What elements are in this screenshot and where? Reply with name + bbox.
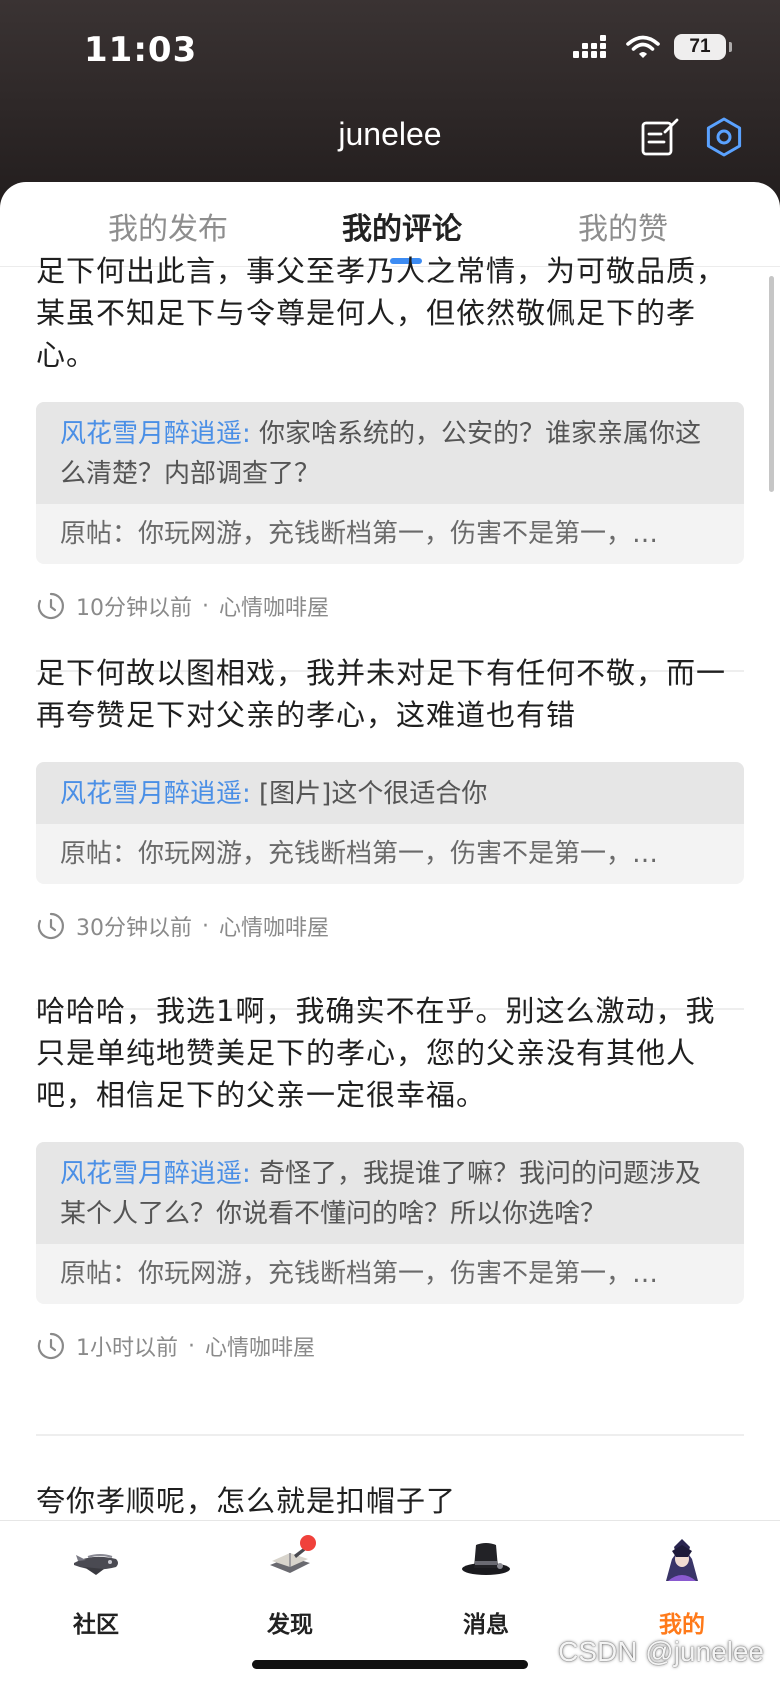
quoted-reply[interactable]: 风花雪月醉逍遥: [图片]这个很适合你 原帖：你玩网游，充钱断档第一，伤害不是第…	[36, 762, 744, 884]
wifi-icon	[626, 35, 660, 58]
meta-separator: ·	[202, 593, 209, 619]
original-post[interactable]: 原帖：你玩网游，充钱断档第一，伤害不是第一，…	[36, 504, 744, 564]
home-indicator[interactable]	[252, 1660, 528, 1669]
comment-meta: 10分钟以前 · 心情咖啡屋	[36, 588, 744, 624]
comment-time: 10分钟以前	[76, 596, 192, 621]
notification-badge	[300, 1535, 316, 1551]
scrollbar[interactable]	[769, 276, 774, 492]
comment-item[interactable]: 夸你孝顺呢，怎么就是扣帽子了	[36, 1480, 744, 1522]
avatar-icon	[666, 1539, 698, 1581]
gear-icon[interactable]	[704, 117, 744, 157]
divider	[36, 1434, 744, 1436]
reply-username[interactable]: 风花雪月醉逍遥:	[60, 419, 251, 449]
nav-community[interactable]: 社区	[36, 1531, 156, 1639]
original-post[interactable]: 原帖：你玩网游，充钱断档第一，伤害不是第一，…	[36, 824, 744, 884]
original-post[interactable]: 原帖：你玩网游，充钱断档第一，伤害不是第一，…	[36, 1244, 744, 1304]
board-name[interactable]: 心情咖啡屋	[219, 910, 329, 942]
airship-icon	[74, 1554, 118, 1575]
clock-icon	[37, 592, 64, 620]
comment-time: 30分钟以前	[76, 916, 192, 941]
battery-indicator: 71	[674, 34, 732, 60]
comment-item[interactable]: 足下何故以图相戏，我并未对足下有任何不敬，而一再夸赞足下对父亲的孝心，这难道也有…	[36, 652, 744, 944]
comment-time: 1小时以前	[76, 1336, 178, 1361]
reply-block: 风花雪月醉逍遥: 你家啥系统的，公安的？谁家亲属你这么清楚？内部调查了？	[36, 402, 744, 504]
content-panel: 我的发布 我的评论 我的赞 足下何出此言，事父至孝乃人之常情，为可敬品质，某虽不…	[0, 182, 780, 1688]
comment-meta: 1小时以前 · 心情咖啡屋	[36, 1328, 744, 1364]
comment-text: 足下何故以图相戏，我并未对足下有任何不敬，而一再夸赞足下对父亲的孝心，这难道也有…	[36, 656, 727, 732]
cellular-signal-icon	[573, 35, 606, 58]
nav-me[interactable]: 我的	[622, 1531, 742, 1639]
nav-messages[interactable]: 消息	[426, 1531, 546, 1639]
meta-separator: ·	[202, 913, 209, 939]
quoted-reply[interactable]: 风花雪月醉逍遥: 奇怪了，我提谁了嘛？我问的问题涉及某个人了么？你说看不懂问的啥…	[36, 1142, 744, 1304]
top-hat-icon	[462, 1543, 510, 1575]
reply-username[interactable]: 风花雪月醉逍遥:	[60, 779, 251, 809]
comment-item[interactable]: 足下何出此言，事父至孝乃人之常情，为可敬品质，某虽不知足下与令尊是何人，但依然敬…	[36, 250, 744, 624]
reply-block: 风花雪月醉逍遥: 奇怪了，我提谁了嘛？我问的问题涉及某个人了么？你说看不懂问的啥…	[36, 1142, 744, 1244]
battery-level: 71	[689, 36, 711, 57]
comment-text: 夸你孝顺呢，怎么就是扣帽子了	[36, 1484, 457, 1518]
meta-separator: ·	[188, 1333, 195, 1359]
tab-my-likes[interactable]: 我的赞	[578, 204, 668, 248]
clock-icon	[37, 1332, 64, 1360]
comment-item[interactable]: 哈哈哈，我选1啊，我确实不在乎。别这么激动，我只是单纯地赞美足下的孝心，您的父亲…	[36, 990, 744, 1364]
tab-my-comments[interactable]: 我的评论	[342, 204, 462, 248]
edit-note-icon[interactable]	[640, 117, 680, 157]
status-time: 11:03	[84, 30, 198, 70]
comment-text: 足下何出此言，事父至孝乃人之常情，为可敬品质，某虽不知足下与令尊是何人，但依然敬…	[36, 254, 727, 372]
quoted-reply[interactable]: 风花雪月醉逍遥: 你家啥系统的，公安的？谁家亲属你这么清楚？内部调查了？ 原帖：…	[36, 402, 744, 564]
reply-text: [图片]这个很适合你	[259, 779, 488, 809]
tab-my-posts[interactable]: 我的发布	[108, 204, 228, 248]
reply-username[interactable]: 风花雪月醉逍遥:	[60, 1159, 251, 1189]
clock-icon	[37, 912, 64, 940]
watermark: CSDN @junelee	[558, 1636, 764, 1667]
status-indicators: 71	[572, 34, 732, 60]
nav-discover[interactable]: 发现	[230, 1531, 350, 1639]
nav-label: 社区	[73, 1612, 119, 1638]
comment-meta: 30分钟以前 · 心情咖啡屋	[36, 908, 744, 944]
board-name[interactable]: 心情咖啡屋	[219, 590, 329, 622]
reply-block: 风花雪月醉逍遥: [图片]这个很适合你	[36, 762, 744, 824]
nav-label: 消息	[463, 1612, 509, 1638]
comment-text: 哈哈哈，我选1啊，我确实不在乎。别这么激动，我只是单纯地赞美足下的孝心，您的父亲…	[36, 994, 716, 1112]
nav-label: 发现	[267, 1612, 313, 1638]
nav-label: 我的	[659, 1612, 705, 1638]
board-name[interactable]: 心情咖啡屋	[205, 1330, 315, 1362]
